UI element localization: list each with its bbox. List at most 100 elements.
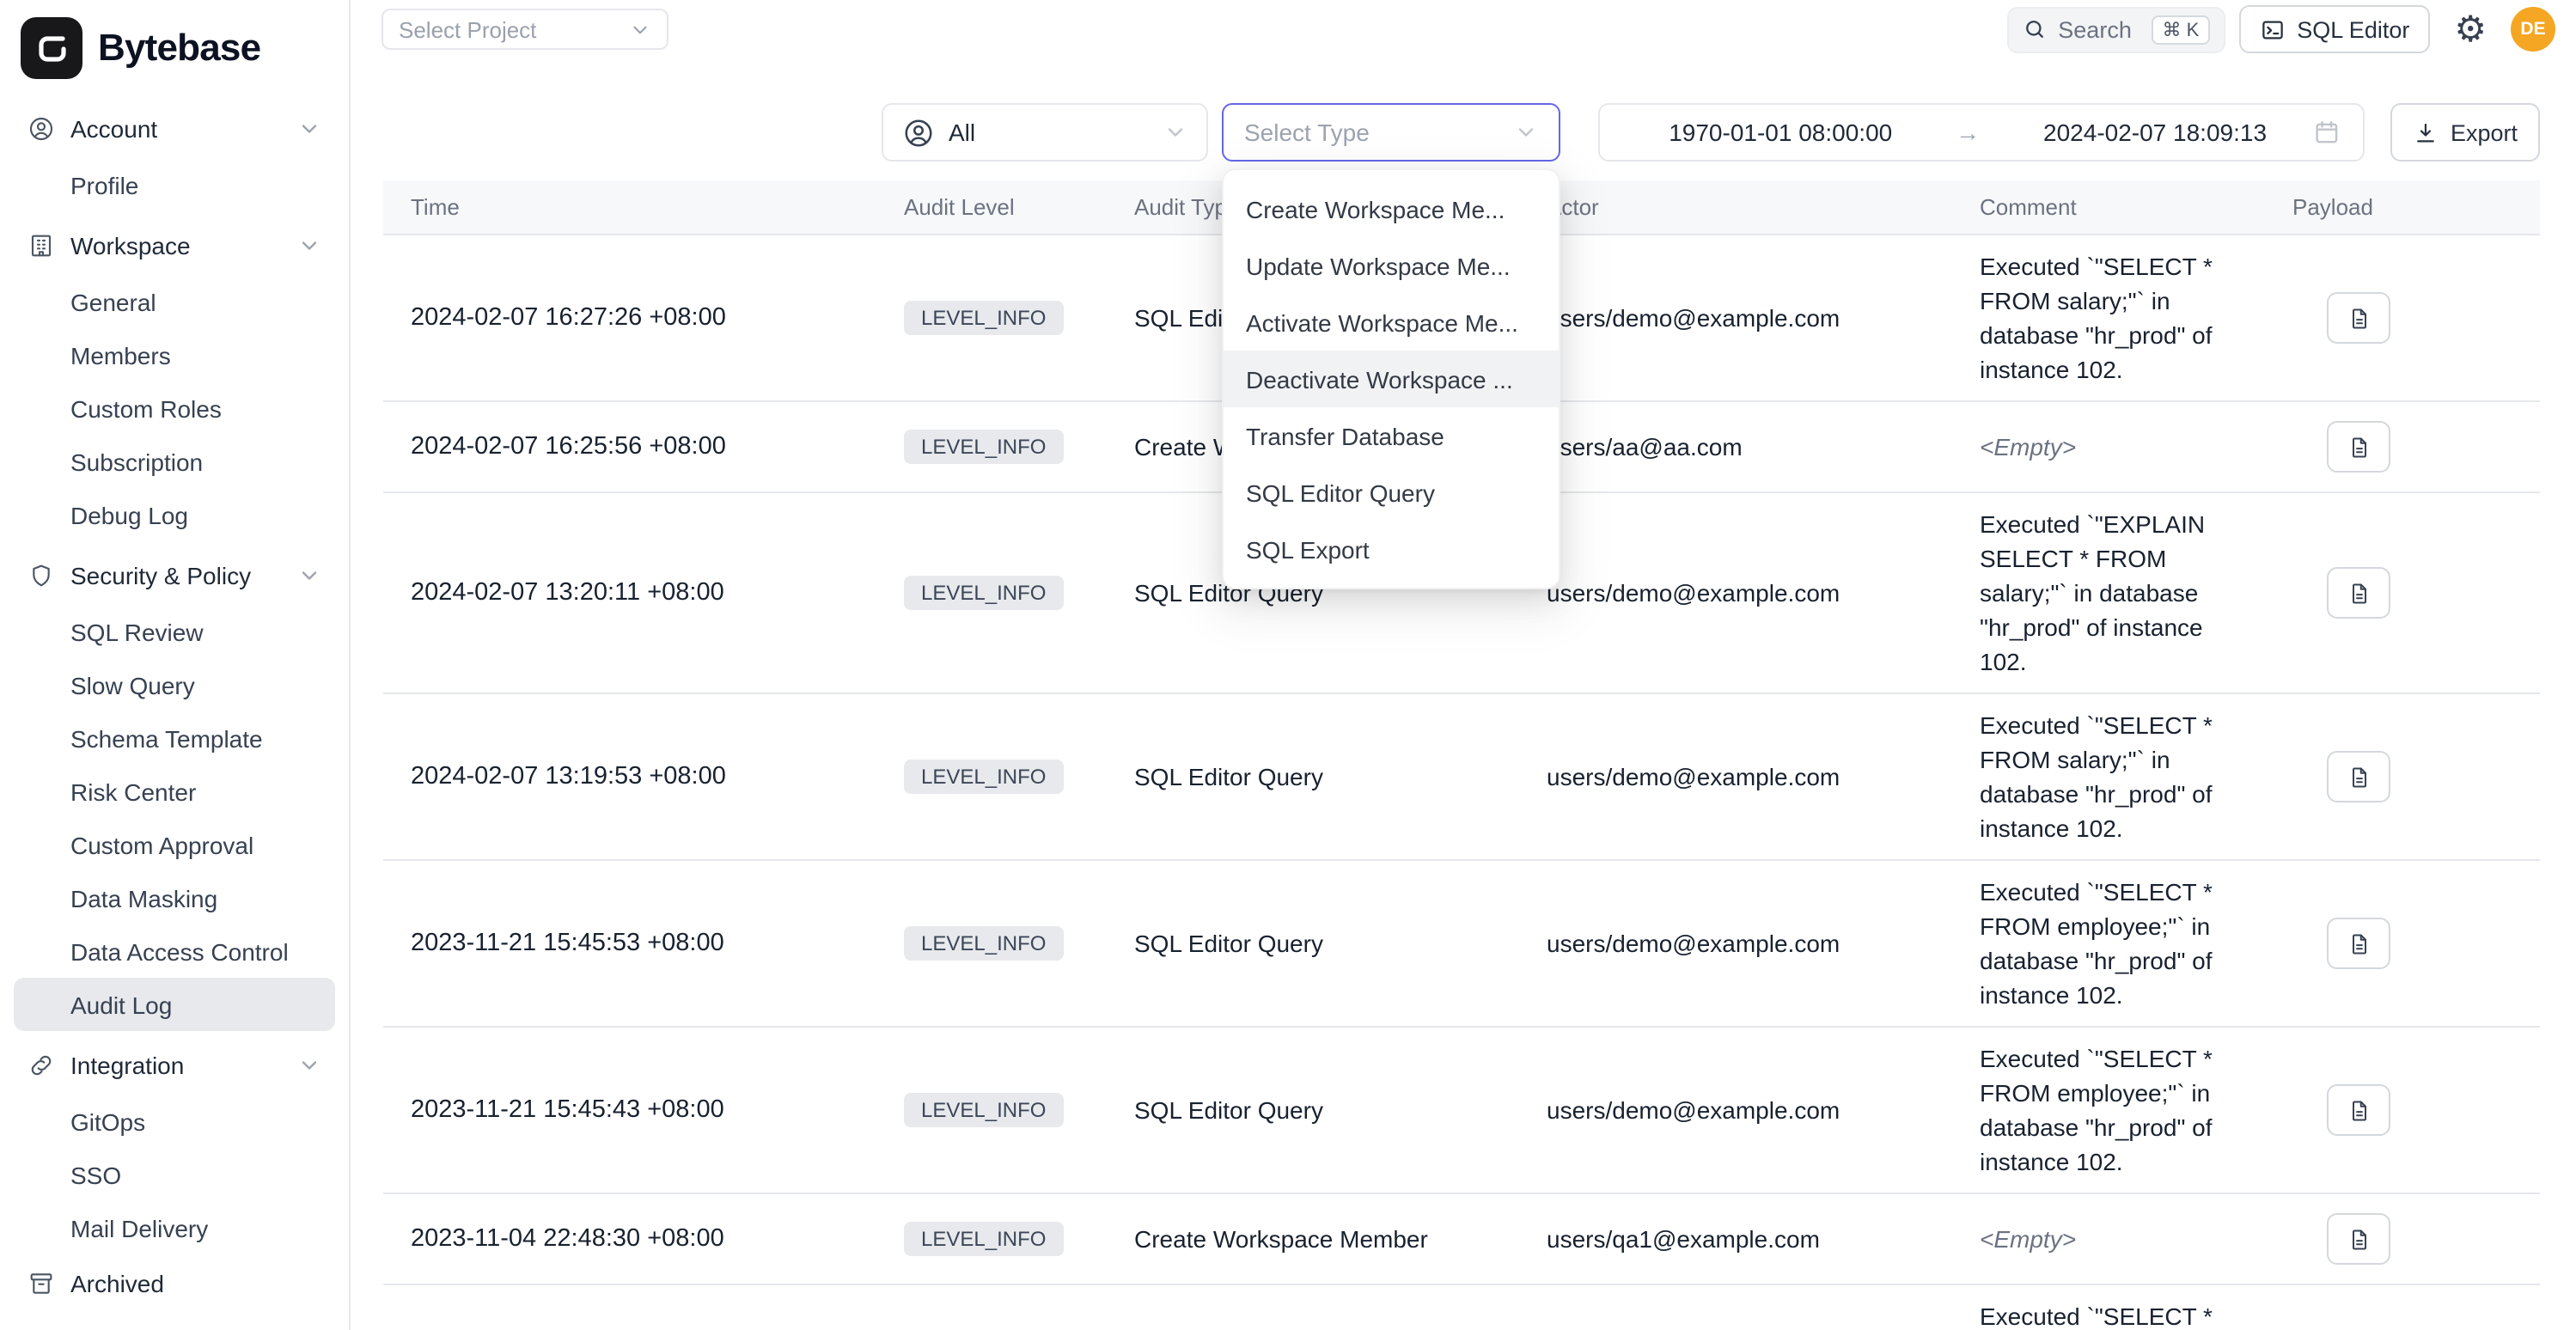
sidebar-item-audit-log[interactable]: Audit Log (14, 978, 335, 1031)
sidebar-item-label: Schema Template (70, 724, 263, 752)
dropdown-option-activate-workspace-member[interactable]: Activate Workspace Me... (1224, 294, 1559, 351)
dropdown-option-update-workspace-member[interactable]: Update Workspace Me... (1224, 237, 1559, 294)
cell-actor: users/qa1@example.com (1519, 1225, 1952, 1253)
payload-button[interactable] (2327, 1084, 2390, 1136)
cell-actor: users/demo@example.com (1519, 1096, 1952, 1124)
sidebar-item-data-masking[interactable]: Data Masking (14, 871, 335, 924)
dropdown-option-create-workspace-member[interactable]: Create Workspace Me... (1224, 180, 1559, 237)
actor-filter-select[interactable]: All (882, 103, 1208, 162)
sidebar-item-workspace[interactable]: Workspace (14, 217, 335, 275)
sidebar-item-sql-review[interactable]: SQL Review (14, 605, 335, 658)
app-window: Bytebase Account Profile Workspace Gener… (0, 0, 2576, 1330)
payload-button[interactable] (2327, 918, 2390, 969)
payload-button[interactable] (2327, 292, 2390, 344)
sidebar-item-security-policy[interactable]: Security & Policy (14, 546, 335, 605)
sidebar-item-data-access-control[interactable]: Data Access Control (14, 924, 335, 978)
sidebar-item-label: Debug Log (70, 501, 188, 528)
sidebar-item-account[interactable]: Account (14, 100, 335, 158)
cell-comment: Executed `"SELECT * FROM salary;"` in da… (1952, 235, 2265, 400)
brand-logo[interactable]: Bytebase (14, 14, 335, 95)
sidebar-item-schema-template[interactable]: Schema Template (14, 711, 335, 765)
sidebar-item-debug-log[interactable]: Debug Log (14, 488, 335, 541)
table-row: 2023-11-21 15:45:53 +08:00 LEVEL_INFO SQ… (383, 861, 2540, 1028)
cell-payload (2265, 1213, 2540, 1265)
date-range-picker[interactable]: 1970-01-01 08:00:00 → 2024-02-07 18:09:1… (1598, 103, 2365, 162)
cell-comment: Executed `"SELECT * FROM employee;"` in … (1952, 1028, 2265, 1193)
sidebar-item-general[interactable]: General (14, 275, 335, 328)
column-header-comment: Comment (1952, 194, 2265, 220)
type-filter-select[interactable]: Select Type (1222, 103, 1560, 162)
cell-comment: Executed `"SELECT * FROM department;"` i… (1952, 1285, 2265, 1330)
type-select-dropdown: Create Workspace Me... Update Workspace … (1222, 168, 1560, 589)
file-text-icon (2347, 434, 2371, 460)
payload-button[interactable] (2327, 1213, 2390, 1265)
sidebar-item-mail-delivery[interactable]: Mail Delivery (14, 1201, 335, 1254)
cell-comment: Executed `"SELECT * FROM employee;"` in … (1952, 861, 2265, 1026)
table-row: 2023-11-21 15:45:43 +08:00 LEVEL_INFO SQ… (383, 1028, 2540, 1194)
chevron-down-icon (297, 564, 321, 588)
sidebar-item-integration[interactable]: Integration (14, 1036, 335, 1095)
shield-icon (27, 562, 55, 589)
dropdown-option-deactivate-workspace-member[interactable]: Deactivate Workspace ... (1224, 351, 1559, 407)
sidebar-item-custom-approval[interactable]: Custom Approval (14, 818, 335, 871)
sidebar-item-custom-roles[interactable]: Custom Roles (14, 381, 335, 435)
cell-time: 2024-02-07 16:25:56 +08:00 (383, 433, 876, 461)
sidebar-item-slow-query[interactable]: Slow Query (14, 658, 335, 711)
payload-button[interactable] (2327, 421, 2390, 473)
cell-payload (2265, 421, 2540, 473)
link-icon (27, 1052, 55, 1079)
settings-gear-icon[interactable]: ⚙ (2454, 11, 2487, 47)
sidebar-item-label: Audit Log (70, 991, 172, 1018)
sidebar-item-label: Mail Delivery (70, 1214, 208, 1242)
building-icon (27, 232, 55, 259)
cell-time: 2024-02-07 13:20:11 +08:00 (383, 579, 876, 607)
cell-payload (2265, 751, 2540, 802)
search-input[interactable]: Search ⌘ K (2006, 6, 2225, 52)
download-icon (2413, 119, 2439, 145)
cell-comment: <Empty> (1952, 1208, 2265, 1270)
sidebar-item-label: Custom Roles (70, 394, 222, 422)
sidebar-section-label: Workspace (70, 232, 282, 259)
sidebar-item-label: Slow Query (70, 671, 195, 699)
sidebar-item-label: Data Masking (70, 884, 217, 912)
cell-payload (2265, 1084, 2540, 1136)
archive-icon (27, 1270, 55, 1297)
project-select[interactable]: Select Project (382, 9, 668, 50)
topbar: Select Project Search ⌘ K SQL Editor ⚙ D… (351, 0, 2576, 58)
cell-actor: users/demo@example.com (1519, 763, 1952, 790)
cell-time: 2023-11-21 15:45:43 +08:00 (383, 1096, 876, 1124)
sidebar-item-members[interactable]: Members (14, 328, 335, 381)
cell-audit-level: LEVEL_INFO (876, 926, 1107, 961)
payload-button[interactable] (2327, 567, 2390, 619)
sql-editor-button[interactable]: SQL Editor (2238, 5, 2430, 53)
sidebar-item-sso[interactable]: SSO (14, 1148, 335, 1201)
cell-audit-level: LEVEL_INFO (876, 1222, 1107, 1256)
column-header-actor: Actor (1519, 194, 1952, 220)
sidebar: Bytebase Account Profile Workspace Gener… (0, 0, 351, 1330)
sidebar-item-archived[interactable]: Archived (14, 1254, 335, 1313)
dropdown-option-sql-export[interactable]: SQL Export (1224, 521, 1559, 577)
cell-audit-level: LEVEL_INFO (876, 1093, 1107, 1127)
file-text-icon (2347, 930, 2371, 956)
export-button[interactable]: Export (2390, 103, 2540, 162)
sidebar-item-label: Members (70, 341, 171, 369)
sidebar-item-gitops[interactable]: GitOps (14, 1095, 335, 1148)
sidebar-item-profile[interactable]: Profile (14, 158, 335, 211)
audit-level-badge: LEVEL_INFO (904, 576, 1063, 610)
file-text-icon (2347, 305, 2371, 331)
cell-time: 2023-11-04 22:48:30 +08:00 (383, 1225, 876, 1253)
dropdown-option-sql-editor-query[interactable]: SQL Editor Query (1224, 464, 1559, 521)
cell-time: 2024-02-07 16:27:26 +08:00 (383, 304, 876, 332)
cell-time: 2024-02-07 13:19:53 +08:00 (383, 763, 876, 790)
cell-payload (2265, 567, 2540, 619)
cell-actor: users/demo@example.com (1519, 304, 1952, 332)
user-circle-icon (27, 115, 55, 143)
dropdown-option-transfer-database[interactable]: Transfer Database (1224, 407, 1559, 464)
user-avatar[interactable]: DE (2511, 7, 2555, 52)
cell-audit-type: SQL Editor Query (1107, 1096, 1519, 1124)
sidebar-item-subscription[interactable]: Subscription (14, 435, 335, 488)
file-text-icon (2347, 1097, 2371, 1123)
cell-audit-type: SQL Editor Query (1107, 763, 1519, 790)
sidebar-item-risk-center[interactable]: Risk Center (14, 765, 335, 818)
payload-button[interactable] (2327, 751, 2390, 802)
